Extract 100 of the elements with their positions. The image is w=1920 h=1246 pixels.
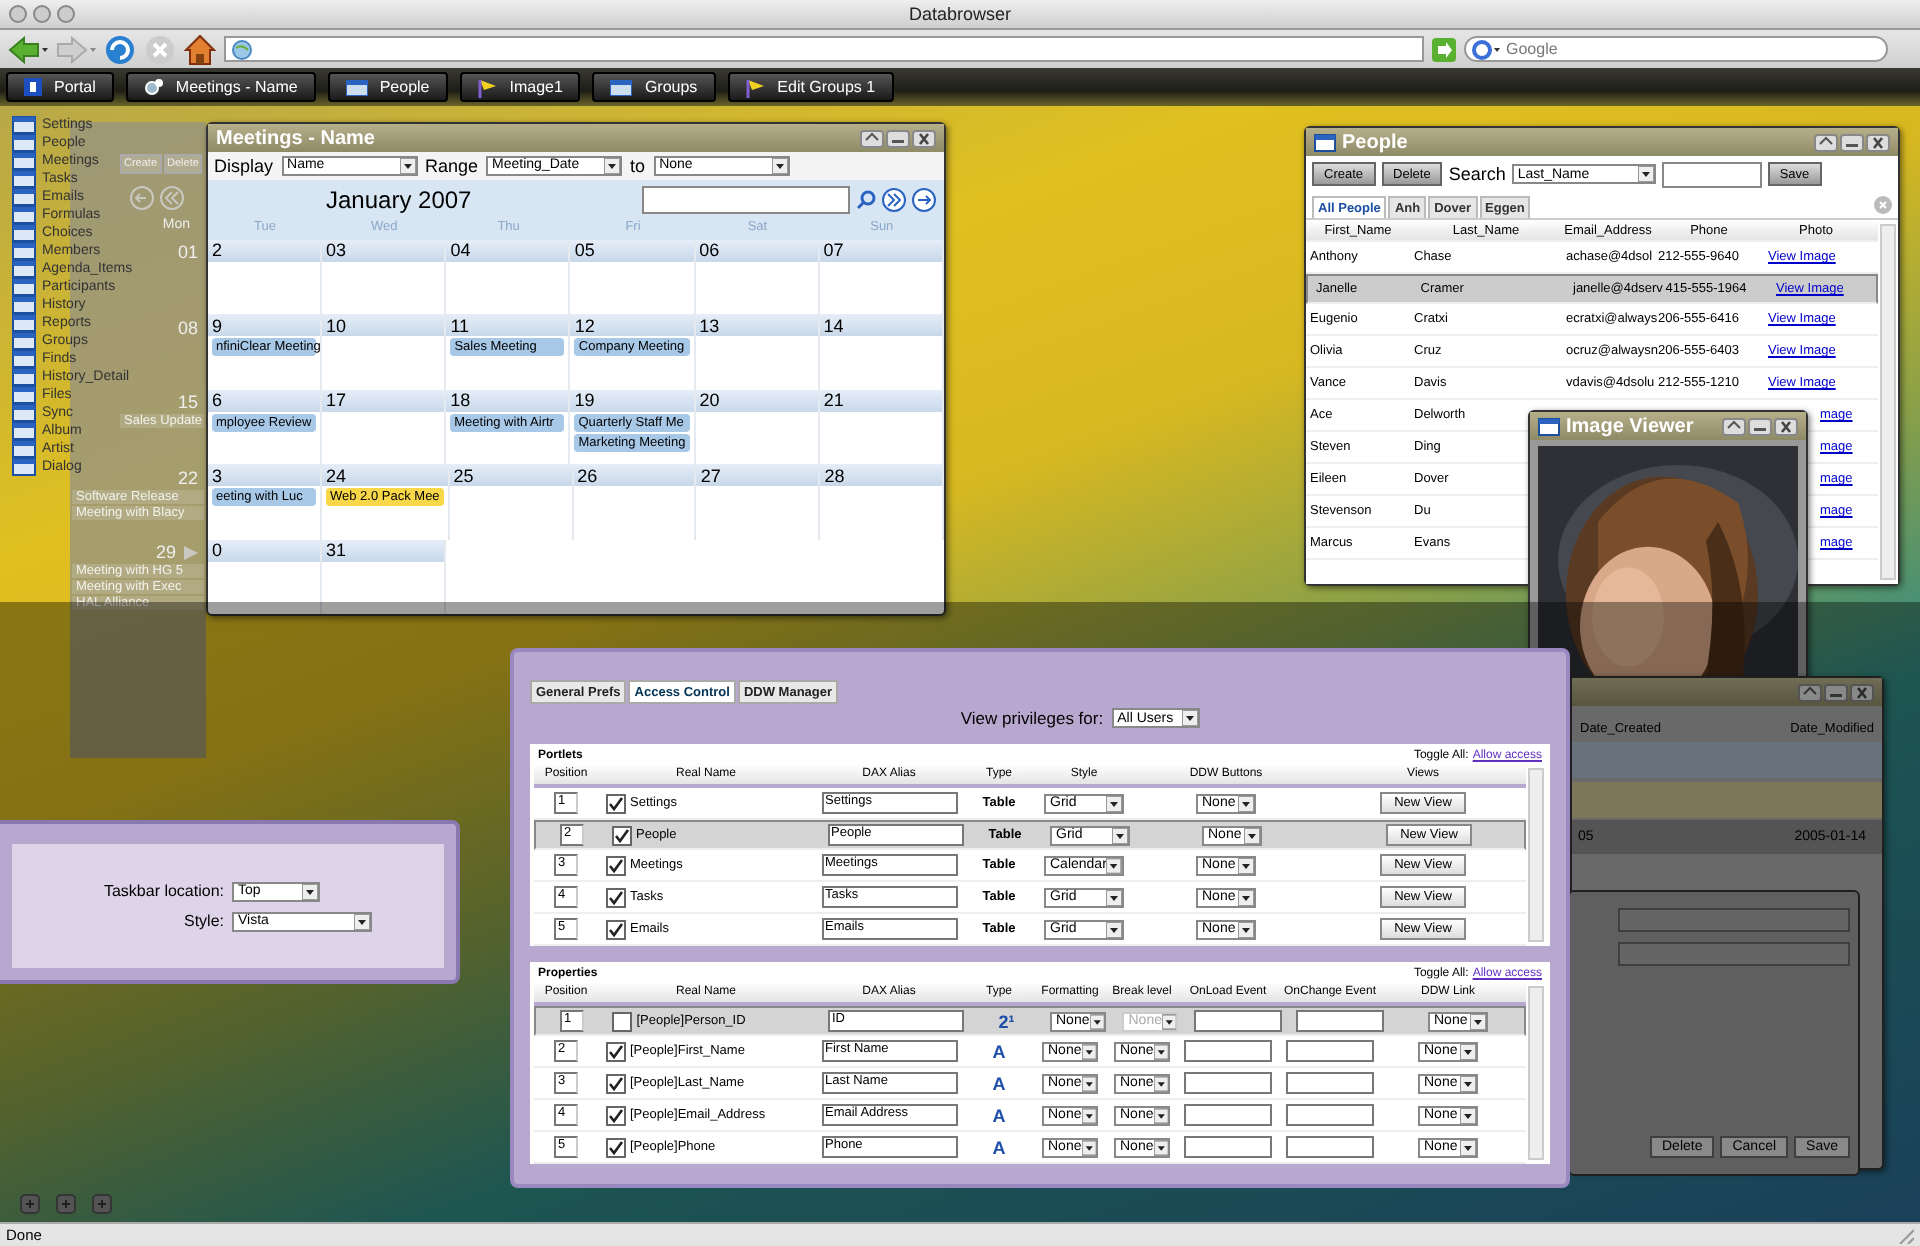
toolbar-icon[interactable] [56,1194,76,1214]
minimize-icon[interactable] [886,129,910,147]
dropdown-arrow-icon [1153,1075,1168,1091]
input-field[interactable] [1286,1136,1374,1158]
minimize-icon[interactable] [1840,133,1864,151]
date-number: 13 [699,315,720,336]
window-title: Meetings - Name [216,127,375,149]
checkbox[interactable] [606,1073,626,1093]
date-number: 15 [177,392,198,412]
input-field[interactable] [1286,1104,1374,1126]
date-number: 04 [450,240,471,261]
dropdown-arrow-icon [302,883,318,899]
input-field[interactable] [1618,908,1850,932]
refresh-icon[interactable] [104,33,136,65]
globe-icon [232,39,252,59]
checkbox[interactable] [612,825,632,845]
restore-icon[interactable] [860,129,884,147]
dropdown-arrow-icon [1238,795,1254,811]
window-icon [12,422,36,440]
window-icon [12,116,36,134]
close-icon[interactable] [912,129,936,147]
next-icon[interactable] [912,187,936,212]
field-label: Style: [181,912,224,930]
toolbar-icon[interactable] [20,1194,40,1214]
window-icon [12,188,36,206]
search-field[interactable] [642,185,850,214]
input-field[interactable] [1295,1010,1384,1032]
window-icon [12,368,36,386]
window-icon [12,224,36,242]
date-number: 12 [574,315,595,336]
home-icon[interactable] [184,33,216,65]
window-icon [345,79,368,95]
window-icon [610,79,633,95]
input-field[interactable] [1184,1136,1272,1158]
dropdown-arrow-icon [1238,889,1254,905]
restore-icon[interactable] [1798,683,1822,701]
date-number: 10 [326,315,347,336]
close-icon[interactable] [1866,133,1890,151]
input-field[interactable] [1184,1072,1272,1094]
input-field[interactable] [1286,1040,1374,1062]
restore-icon[interactable] [1814,133,1838,151]
toolbar-icon[interactable] [92,1194,112,1214]
input-field[interactable] [1193,1010,1281,1032]
search-icon[interactable] [856,189,876,210]
search-field[interactable] [1661,161,1762,187]
dropdown-arrow-icon [1460,1075,1476,1091]
scrollbar[interactable] [1880,224,1896,580]
restore-icon[interactable] [1722,417,1746,435]
type-glyph: A [992,1041,1006,1061]
taskbar-tab[interactable]: Portal [6,72,114,102]
minimize-icon[interactable] [1748,417,1772,435]
window-icon [12,440,36,458]
date-number: 11 [450,315,470,336]
date-number: 26 [577,465,598,486]
back-icon[interactable] [8,35,48,63]
checkbox[interactable] [612,1011,633,1031]
dropdown-arrow-icon [1106,857,1122,873]
address-field[interactable] [224,36,1424,62]
date-number: 24 [326,465,347,486]
dropdown-arrow-icon [1153,1107,1168,1123]
input-field[interactable] [1184,1040,1272,1062]
checkbox[interactable] [606,919,626,939]
type-glyph: 2¹ [998,1011,1015,1031]
date-number: 22 [177,467,198,487]
field-label: View privileges for: [960,708,1104,728]
checkbox[interactable] [606,1105,626,1125]
close-icon[interactable] [1774,417,1798,435]
resize-grip-icon[interactable] [1898,1227,1914,1243]
date-number: 05 [574,240,595,261]
window-icon [12,152,36,170]
fast-forward-icon[interactable] [882,187,906,212]
date-number: 27 [700,465,721,486]
field-label: Range [425,155,479,176]
dropdown-arrow-icon [771,157,788,174]
checkbox[interactable] [606,1041,626,1061]
checkbox[interactable] [606,887,626,907]
taskbar-tab[interactable]: Image1 [459,72,581,102]
window-icon [12,206,36,224]
window-icon [12,314,36,332]
minimize-icon[interactable] [1824,683,1848,701]
input-field[interactable] [1618,942,1850,966]
input-field[interactable] [1184,1104,1272,1126]
checkbox[interactable] [606,855,626,875]
window-buttons-icon[interactable] [8,4,80,24]
search-field[interactable]: Google [1464,36,1888,62]
checkbox[interactable] [606,793,626,813]
dropdown-arrow-icon [1106,921,1122,937]
close-icon[interactable] [1850,683,1874,701]
scrollbar[interactable] [1528,768,1544,942]
input-field[interactable] [1286,1072,1374,1094]
scrollbar[interactable] [1528,986,1544,1160]
date-number: 31 [326,540,347,561]
date-number: 0 [212,540,223,561]
go-icon[interactable] [1432,37,1456,61]
taskbar-tab[interactable]: People [327,72,448,102]
taskbar-tab[interactable]: Groups [592,72,716,102]
taskbar-tab[interactable]: Meetings - Name [125,72,316,102]
checkbox[interactable] [606,1137,626,1157]
taskbar-tab[interactable]: Edit Groups 1 [727,72,894,102]
dropdown-arrow-icon [1081,1075,1096,1091]
